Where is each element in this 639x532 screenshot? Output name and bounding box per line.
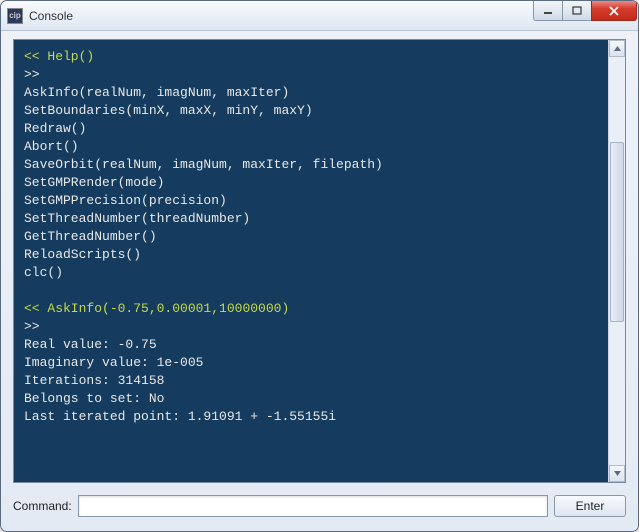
maximize-button[interactable]	[562, 1, 592, 21]
minimize-icon	[543, 7, 553, 15]
window-title: Console	[29, 9, 73, 23]
console-window: cip Console << Help()>> AskInfo(realNum,…	[0, 0, 639, 532]
enter-button[interactable]: Enter	[554, 495, 626, 517]
titlebar[interactable]: cip Console	[1, 1, 638, 31]
close-icon	[608, 6, 620, 16]
vertical-scrollbar[interactable]	[608, 40, 625, 482]
scroll-up-button[interactable]	[609, 40, 625, 57]
console-container: << Help()>> AskInfo(realNum, imagNum, ma…	[13, 39, 626, 483]
window-controls	[534, 1, 638, 21]
console-output[interactable]: << Help()>> AskInfo(realNum, imagNum, ma…	[14, 40, 608, 482]
minimize-button[interactable]	[533, 1, 563, 21]
scroll-down-button[interactable]	[609, 465, 625, 482]
command-label: Command:	[13, 499, 72, 513]
maximize-icon	[572, 6, 582, 16]
chevron-up-icon	[614, 46, 621, 51]
client-area: << Help()>> AskInfo(realNum, imagNum, ma…	[1, 31, 638, 531]
app-icon: cip	[7, 8, 23, 24]
command-bar: Command: Enter	[13, 493, 626, 519]
scrollbar-thumb[interactable]	[610, 142, 624, 322]
command-input[interactable]	[78, 495, 548, 517]
chevron-down-icon	[614, 471, 621, 476]
close-button[interactable]	[591, 1, 637, 21]
scrollbar-track[interactable]	[609, 57, 625, 465]
